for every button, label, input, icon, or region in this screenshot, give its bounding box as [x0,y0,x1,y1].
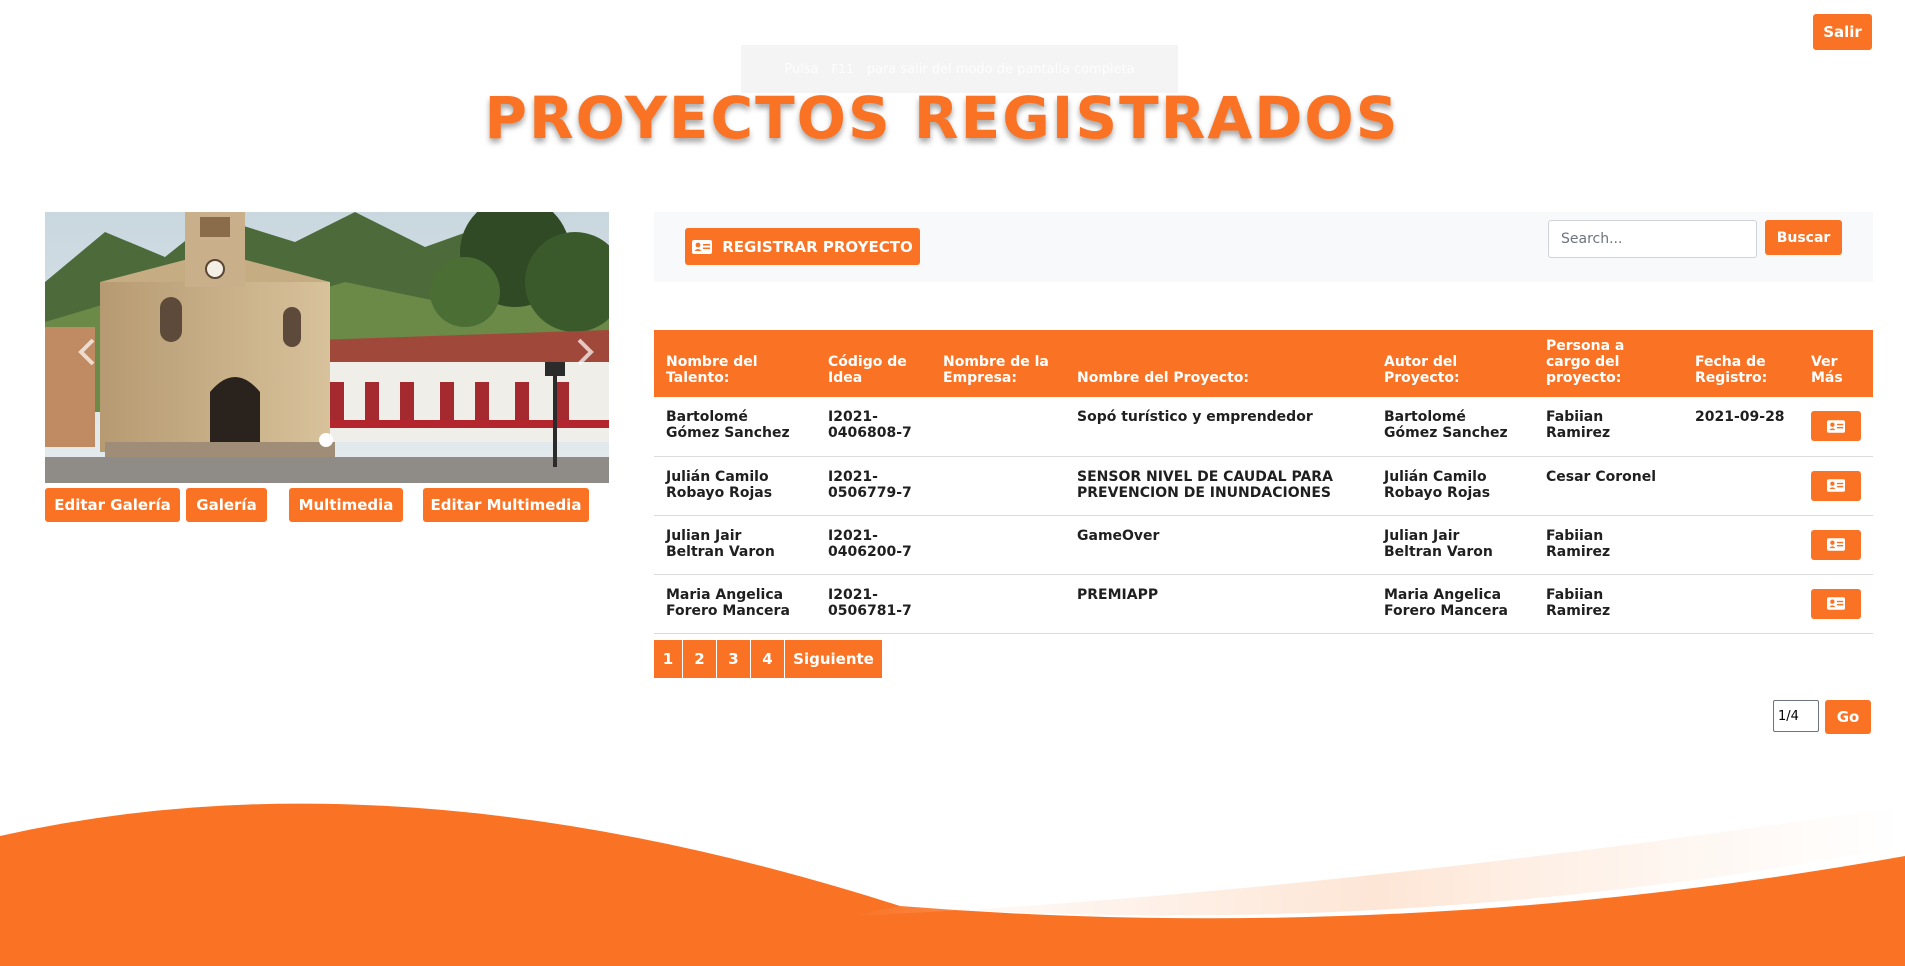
cell-project-author: Julian Jair Beltran Varon [1372,515,1534,575]
edit-multimedia-button[interactable]: Editar Multimedia [423,488,589,522]
page-jump-input[interactable] [1773,700,1819,732]
id-card-icon [1827,538,1845,551]
table-row: Bartolomé Gómez Sanchez I2021-0406808-7 So… [654,397,1873,457]
cell-project-manager: Fabiian Ramirez [1534,515,1683,575]
header-talent-name: Nombre del Talento: [654,330,816,397]
gallery-button[interactable]: Galería [186,488,267,522]
view-project-button[interactable] [1811,588,1861,619]
cell-registration-date [1683,574,1799,634]
header-view-more: Ver Más [1799,330,1873,397]
cell-idea-code: I2021-0406808-7 [816,397,931,457]
cell-view-more [1799,456,1873,516]
cell-talent-name: Julián Camilo Robayo Rojas [654,456,816,516]
cell-view-more [1799,574,1873,634]
cell-project-manager: Cesar Coronel [1534,456,1683,516]
page-link-4[interactable]: 4 [751,640,785,678]
table-row: Julian Jair Beltran Varon I2021-0406200-7… [654,515,1873,575]
carousel-next-button[interactable] [565,332,605,372]
next-page-button[interactable]: Siguiente [785,640,882,678]
cell-view-more [1799,515,1873,575]
view-project-button[interactable] [1811,411,1861,441]
fullscreen-hint-key: F11 [826,56,859,82]
id-card-icon [1827,597,1845,610]
cell-company-name [931,574,1065,634]
cell-talent-name: Julian Jair Beltran Varon [654,515,816,575]
cell-talent-name: Bartolomé Gómez Sanchez [654,397,816,457]
cell-company-name [931,515,1065,575]
cell-project-author: Julián Camilo Robayo Rojas [1372,456,1534,516]
cell-project-manager: Fabiian Ramirez [1534,574,1683,634]
footer-wave [0,803,1905,966]
id-card-icon [692,239,713,254]
chevron-right-icon [577,338,594,366]
table-row: Maria Angelica Forero Mancera I2021-05067… [654,574,1873,634]
header-project-manager: Persona a cargo del proyecto: [1534,330,1683,397]
pagination: 1 2 3 4 Siguiente [654,640,882,678]
cell-talent-name: Maria Angelica Forero Mancera [654,574,816,634]
fullscreen-hint: Pulsa F11 para salir del modo de pantall… [741,45,1178,93]
table-header-row: Nombre del Talento: Código de Idea Nombr… [654,330,1873,397]
cell-idea-code: I2021-0506779-7 [816,456,931,516]
carousel-indicator[interactable] [319,433,333,447]
chevron-left-icon [78,338,95,366]
header-project-name: Nombre del Proyecto: [1065,330,1372,397]
multimedia-button[interactable]: Multimedia [289,488,403,522]
page-link-3[interactable]: 3 [717,640,751,678]
cell-project-name: SENSOR NIVEL DE CAUDAL PARA PREVENCION D… [1065,456,1372,516]
header-company-name: Nombre de la Empresa: [931,330,1065,397]
register-project-button[interactable]: REGISTRAR PROYECTO [685,228,920,265]
register-project-label: REGISTRAR PROYECTO [722,237,913,256]
page-link-1[interactable]: 1 [654,640,683,678]
edit-gallery-button[interactable]: Editar Galería [45,488,180,522]
go-button[interactable]: Go [1825,700,1871,734]
logout-button[interactable]: Salir [1813,14,1872,50]
projects-table: Nombre del Talento: Código de Idea Nombr… [654,330,1873,634]
page-link-2[interactable]: 2 [683,640,717,678]
view-project-button[interactable] [1811,529,1861,560]
cell-company-name [931,456,1065,516]
cell-registration-date [1683,515,1799,575]
cell-registration-date: 2021-09-28 [1683,397,1799,457]
id-card-icon [1827,419,1845,433]
cell-company-name [931,397,1065,457]
cell-idea-code: I2021-0406200-7 [816,515,931,575]
cell-idea-code: I2021-0506781-7 [816,574,931,634]
fullscreen-hint-before: Pulsa [784,61,819,77]
cell-project-author: Maria Angelica Forero Mancera [1372,574,1534,634]
cell-project-name: PREMIAPP [1065,574,1372,634]
id-card-icon [1827,479,1845,492]
cell-project-name: GameOver [1065,515,1372,575]
cell-project-name: Sopó turístico y emprendedor [1065,397,1372,457]
cell-registration-date [1683,456,1799,516]
search-button[interactable]: Buscar [1765,220,1842,255]
header-project-author: Autor del Proyecto: [1372,330,1534,397]
carousel-prev-button[interactable] [67,332,107,372]
cell-view-more [1799,397,1873,457]
cell-project-manager: Fabiian Ramirez [1534,397,1683,457]
header-idea-code: Código de Idea [816,330,931,397]
table-row: Julián Camilo Robayo Rojas I2021-0506779-… [654,456,1873,516]
cell-project-author: Bartolomé Gómez Sanchez [1372,397,1534,457]
header-registration-date: Fecha de Registro: [1683,330,1799,397]
view-project-button[interactable] [1811,470,1861,501]
page-title: PROYECTOS REGISTRADOS [484,84,1400,152]
fullscreen-hint-after: para salir del modo de pantalla completa [866,61,1135,77]
search-input[interactable] [1548,220,1757,258]
